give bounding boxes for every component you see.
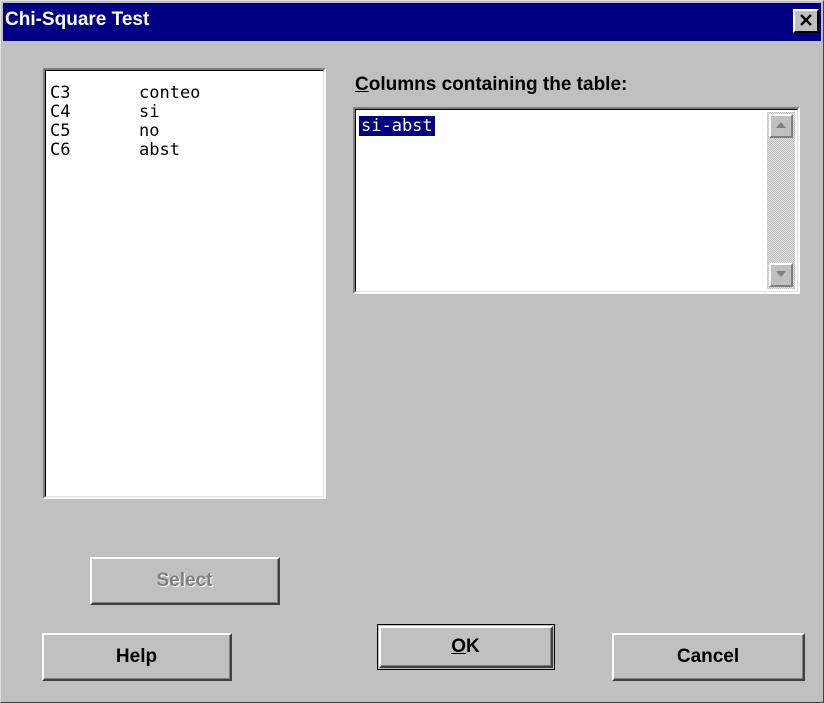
window-title: Chi-Square Test <box>5 9 150 30</box>
scroll-up-button[interactable] <box>769 114 793 138</box>
columns-field-label: Columns containing the table: <box>355 74 628 95</box>
columns-field[interactable]: si-abst <box>353 107 800 294</box>
select-button[interactable]: Select <box>90 557 280 605</box>
cancel-button[interactable]: Cancel <box>612 633 805 681</box>
cancel-button-label: Cancel <box>676 645 740 667</box>
columns-field-scrollbar[interactable] <box>767 112 795 289</box>
arrow-up-icon <box>776 122 786 128</box>
scroll-down-button[interactable] <box>769 263 793 287</box>
arrow-down-icon <box>776 271 786 277</box>
help-button-label: Help <box>115 645 158 667</box>
ok-button[interactable]: OK <box>379 626 553 668</box>
variable-name: no <box>139 121 160 141</box>
variable-column-id: C3 <box>50 83 71 103</box>
variable-name: si <box>139 102 160 122</box>
columns-field-value[interactable]: si-abst <box>358 115 436 137</box>
ok-button-label: OK <box>451 635 480 657</box>
title-bar[interactable]: Chi-Square Test <box>3 3 821 41</box>
chi-square-dialog: Chi-Square Test C3 conteo C4 si C5 no C6… <box>0 0 824 703</box>
variable-column-id: C5 <box>50 121 71 141</box>
variable-column-id: C6 <box>50 140 71 160</box>
select-button-label: Select <box>156 569 213 591</box>
variable-name: conteo <box>139 83 201 103</box>
close-button[interactable] <box>793 9 819 33</box>
variable-list[interactable]: C3 conteo C4 si C5 no C6 abst <box>43 68 326 499</box>
variable-name: abst <box>139 140 180 160</box>
variable-column-id: C4 <box>50 102 71 122</box>
close-icon <box>800 14 812 26</box>
help-button[interactable]: Help <box>42 633 232 681</box>
